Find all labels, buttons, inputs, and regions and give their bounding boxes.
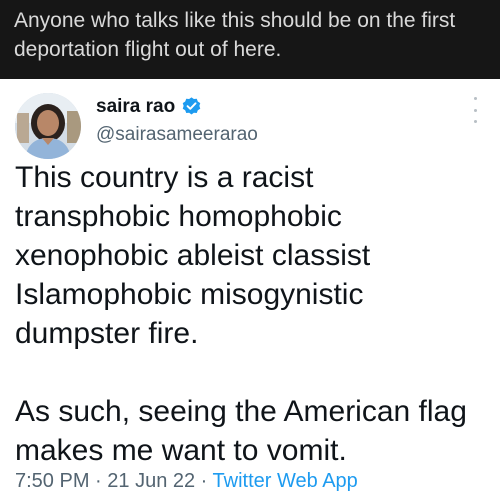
meta-separator: ·	[195, 470, 213, 492]
display-name[interactable]: saira rao	[96, 96, 175, 118]
tweet-meta: 7:50 PM · 21 Jun 22 · Twitter Web App	[15, 470, 358, 493]
tweet-line: This country is a racist	[15, 161, 314, 194]
avatar-photo	[15, 93, 81, 159]
tweet-text: This country is a racist transphobic hom…	[15, 158, 495, 470]
banner-line-2: deportation flight out of here.	[14, 38, 282, 61]
verified-badge-icon	[182, 97, 201, 115]
more-vertical-icon[interactable]	[470, 97, 480, 123]
tweet-time[interactable]: 7:50 PM	[15, 470, 89, 492]
tweet-line: Islamophobic misogynistic	[15, 278, 364, 311]
tweet-card: saira rao @sairasameerarao This country …	[0, 79, 500, 500]
tweet-line: xenophobic ableist classist	[15, 239, 371, 272]
tweet-source-link[interactable]: Twitter Web App	[213, 470, 358, 492]
tweet-paragraph-1: This country is a racist transphobic hom…	[15, 158, 495, 353]
user-handle[interactable]: @sairasameerarao	[96, 124, 258, 146]
tweet-line: As such, seeing the American flag	[15, 395, 467, 428]
quote-banner: Anyone who talks like this should be on …	[0, 0, 500, 79]
tweet-line: dumpster fire.	[15, 317, 199, 350]
tweet-line: transphobic homophobic	[15, 200, 342, 233]
tweet-paragraph-2: As such, seeing the American flag makes …	[15, 392, 495, 470]
tweet-date[interactable]: 21 Jun 22	[107, 470, 195, 492]
banner-line-1: Anyone who talks like this should be on …	[14, 9, 456, 32]
tweet-line: makes me want to vomit.	[15, 434, 347, 467]
avatar[interactable]	[15, 93, 81, 159]
meta-separator: ·	[89, 470, 108, 492]
